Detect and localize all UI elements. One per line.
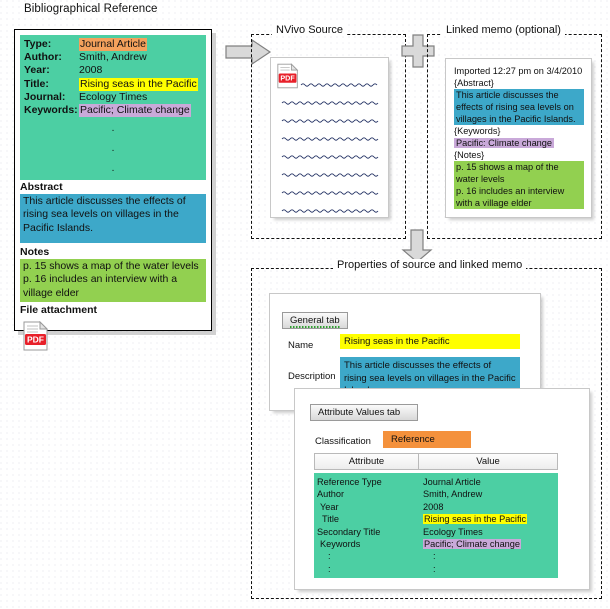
cell-value: Pacific; Climate change <box>423 539 522 550</box>
field-label-journal: Journal: <box>24 90 66 103</box>
memo-notes-line: p. 16 includes an interview with a villa… <box>456 186 565 208</box>
memo-keywords-text: Pacific: Climate change <box>454 138 555 148</box>
notes-line: p. 16 includes an interview with a villa… <box>23 273 178 299</box>
table-row: : : <box>314 550 558 562</box>
reference-fields-block: Type: Journal Article Author: Smith, And… <box>20 35 206 181</box>
field-label-year: Year: <box>24 64 50 77</box>
column-header-attribute[interactable]: Attribute <box>314 453 419 470</box>
table-row: Reference Type Journal Article <box>314 476 558 488</box>
document-text-lines <box>281 83 379 213</box>
table-row: Year 2008 <box>314 501 558 513</box>
field-label-keywords: Keywords: <box>24 104 78 117</box>
reference-field-row: Author: Smith, Andrew <box>24 51 202 64</box>
field-value-keywords: Pacific; Climate change <box>79 104 191 118</box>
bibliographical-reference-card: Type: Journal Article Author: Smith, And… <box>14 29 212 351</box>
memo-notes-tag: {Notes} <box>454 150 485 160</box>
memo-abstract-tag: {Abstract} <box>454 78 494 88</box>
tab-general-chip: General tab <box>282 312 348 329</box>
reference-field-row: Title: Rising seas in the Pacific <box>24 77 202 91</box>
cell-value: : <box>433 563 436 574</box>
table-row: Title Rising seas in the Pacific <box>314 513 558 525</box>
nvivo-source-label: NVivo Source <box>272 24 348 36</box>
cell-attribute: Year <box>320 501 339 512</box>
ellipsis-dot: . <box>111 123 115 135</box>
tab-attribute-values[interactable]: Attribute Values tab <box>310 402 418 421</box>
field-label-author: Author: <box>24 51 62 64</box>
ellipsis-dot: . <box>111 143 115 155</box>
table-row: Secondary Title Ecology Times <box>314 526 558 538</box>
cell-attribute: Secondary Title <box>317 526 381 537</box>
field-value-author: Smith, Andrew <box>79 51 147 64</box>
memo-imported-line: Imported 12:27 pm on 3/4/2010 <box>454 66 583 76</box>
field-label-title: Title: <box>24 77 49 90</box>
cell-value: Ecology Times <box>423 526 483 537</box>
cell-attribute: Title <box>322 514 340 525</box>
memo-keywords-tag: {Keywords} <box>454 126 501 136</box>
memo-notes-line: p. 15 shows a map of the water levels <box>456 162 559 184</box>
attributes-table-body: Reference Type Journal Article Author Sm… <box>314 473 558 578</box>
cell-value: 2008 <box>423 501 444 512</box>
tab-general[interactable]: General tab <box>282 310 348 329</box>
name-label: Name <box>288 340 314 351</box>
reference-field-row: Journal: Ecology Times <box>24 91 202 104</box>
field-label-type: Type: <box>24 38 52 50</box>
nvivo-source-page[interactable]: PDF <box>270 57 389 218</box>
pdf-file-icon[interactable]: PDF <box>23 321 49 351</box>
cell-attribute: : <box>328 551 331 562</box>
field-value-year: 2008 <box>79 64 103 77</box>
field-value-title: Rising seas in the Pacific <box>79 77 198 91</box>
cell-attribute: Author <box>317 489 345 500</box>
reference-field-row: Type: Journal Article <box>24 38 202 52</box>
notes-line: p. 15 shows a map of the water levels <box>23 259 199 272</box>
cell-value-wrap: Rising seas in the Pacific <box>419 513 558 525</box>
page-title: Bibliographical Reference <box>24 3 158 15</box>
memo-notes-block: p. 15 shows a map of the water levels p.… <box>454 161 584 209</box>
cell-attribute: Keywords <box>320 539 361 550</box>
cell-attribute: Reference Type <box>317 477 382 487</box>
tab-general-label: General tab <box>290 315 340 329</box>
field-value-journal: Ecology Times <box>79 90 148 103</box>
file-attachment-heading: File attachment <box>20 304 98 317</box>
notes-block: p. 15 shows a map of the water levels p.… <box>20 258 206 303</box>
abstract-text: This article discusses the effects of ri… <box>20 194 206 243</box>
cell-value: Rising seas in the Pacific <box>423 514 528 525</box>
svg-text:PDF: PDF <box>27 335 44 345</box>
attributes-table-header: Attribute Value <box>314 453 558 470</box>
cell-value-wrap: Pacific; Climate change <box>419 538 558 550</box>
classification-label: Classification <box>315 436 371 447</box>
reference-field-row: Keywords: Pacific; Climate change <box>24 104 202 118</box>
classification-value[interactable]: Reference <box>383 431 471 448</box>
table-row: Keywords Pacific; Climate change <box>314 538 558 550</box>
linked-memo-label: Linked memo (optional) <box>442 24 565 36</box>
memo-abstract-text: This article discusses the effects of ri… <box>454 89 584 125</box>
cell-value: Journal Article <box>423 477 481 487</box>
properties-group-label: Properties of source and linked memo <box>333 259 527 271</box>
notes-heading: Notes <box>20 245 50 258</box>
description-label: Description <box>288 371 336 382</box>
table-row: Author Smith, Andrew <box>314 488 558 500</box>
cell-attribute: : <box>328 563 331 574</box>
field-value-type: Journal Article <box>79 38 147 52</box>
tab-attribute-values-label: Attribute Values tab <box>310 404 418 421</box>
column-header-value[interactable]: Value <box>419 453 558 470</box>
memo-keywords-text-wrap: Pacific: Climate change <box>454 137 586 149</box>
attribute-values-tab-panel: Attribute Values tab Classification Refe… <box>294 388 590 590</box>
cell-value: : <box>433 551 436 562</box>
reference-field-row: Year: 2008 <box>24 64 202 77</box>
name-value[interactable]: Rising seas in the Pacific <box>340 334 520 349</box>
ellipsis-dot: . <box>111 163 115 175</box>
linked-memo-page[interactable]: Imported 12:27 pm on 3/4/2010 {Abstract}… <box>445 58 592 218</box>
table-row: : : <box>314 563 558 575</box>
cell-value: Smith, Andrew <box>423 489 483 500</box>
abstract-heading: Abstract <box>20 181 63 194</box>
